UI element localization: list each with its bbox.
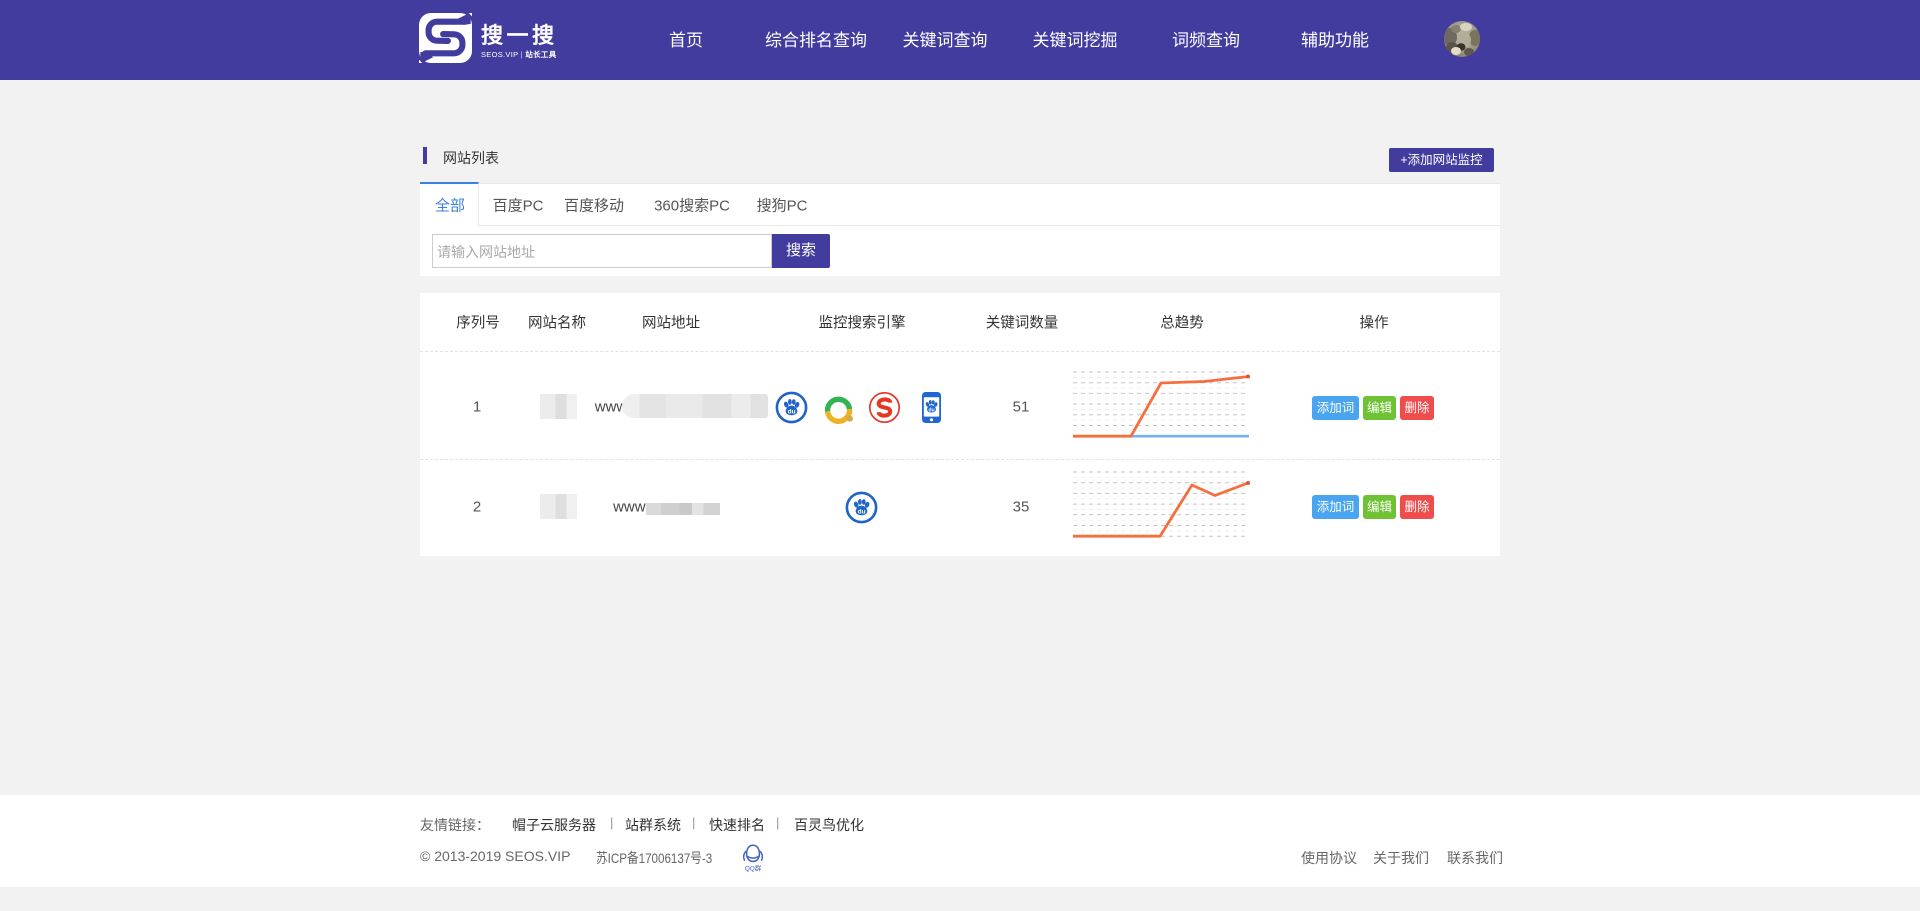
svg-text:QQ群: QQ群	[745, 864, 762, 873]
svg-text:du: du	[788, 409, 796, 416]
svg-text:du: du	[929, 407, 935, 413]
svg-text:du: du	[857, 509, 865, 516]
